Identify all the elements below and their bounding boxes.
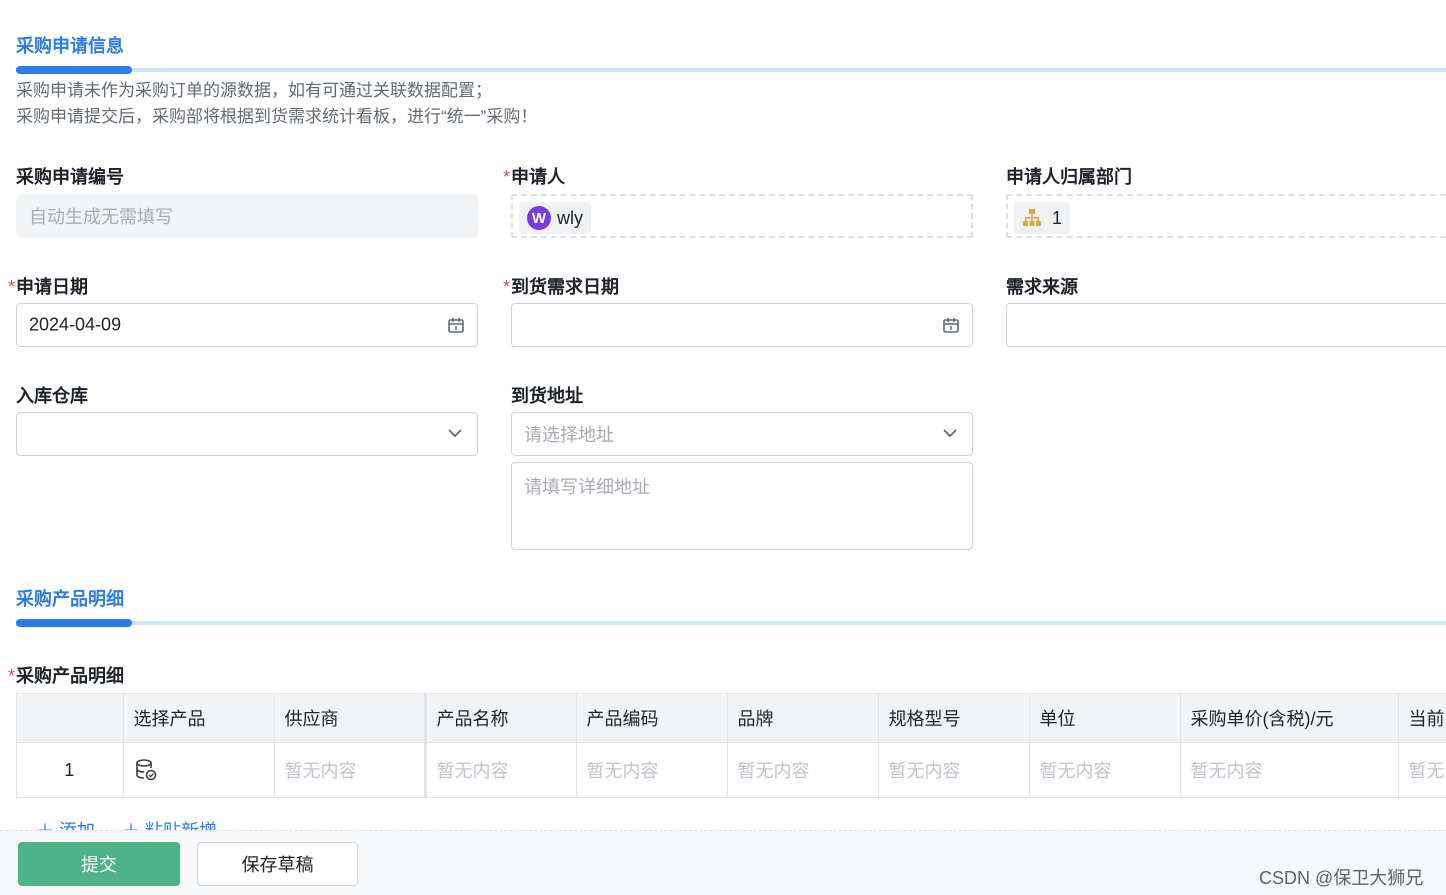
- note-line-1: 采购申请未作为采购订单的源数据，如有可通过关联数据配置；: [16, 81, 492, 100]
- warehouse-select[interactable]: [16, 412, 478, 456]
- product-detail-table: 选择产品 供应商 产品名称 产品编码 品牌 规格型号 单位 采购单价(含税)/元…: [16, 693, 1446, 799]
- department-chip[interactable]: 1: [1014, 202, 1071, 234]
- org-chart-icon: [1023, 209, 1041, 226]
- database-icon[interactable]: [134, 758, 158, 782]
- apply-date-value: 2024-04-09: [29, 314, 122, 335]
- spec-cell: 暂无内容: [878, 742, 1030, 798]
- table-row: 1 暂无内容 暂无内容 暂无内容 暂无内容 暂无内容 暂无内容 暂无内容 暂无: [17, 742, 1446, 798]
- label-request-no: 采购申请编号: [16, 167, 124, 187]
- note-line-2: 采购申请提交后，采购部将根据到货需求统计看板，进行“统一”采购！: [16, 107, 538, 126]
- apply-date-picker[interactable]: 2024-04-09: [16, 303, 478, 347]
- add-row-button[interactable]: ＋ 添加: [36, 817, 95, 831]
- address-detail-textarea[interactable]: 请填写详细地址: [511, 462, 973, 550]
- col-product-name: 产品名称: [425, 694, 577, 743]
- unit-price-cell: 暂无内容: [1180, 742, 1399, 798]
- department-value: 1: [1052, 207, 1063, 228]
- applicant-chip[interactable]: W wly: [519, 202, 591, 234]
- table-header-row: 选择产品 供应商 产品名称 产品编码 品牌 规格型号 单位 采购单价(含税)/元…: [17, 694, 1446, 743]
- col-unit-price: 采购单价(含税)/元: [1180, 694, 1399, 743]
- col-supplier: 供应商: [274, 694, 427, 743]
- address-select-placeholder: 请选择地址: [524, 425, 614, 445]
- label-applicant: *申请人: [503, 167, 566, 187]
- label-arrival-date: *到货需求日期: [503, 277, 620, 297]
- label-department: 申请人归属部门: [1006, 167, 1132, 187]
- applicant-field[interactable]: W wly: [511, 194, 973, 238]
- label-address: 到货地址: [511, 386, 583, 406]
- col-unit: 单位: [1029, 694, 1181, 743]
- unit-cell: 暂无内容: [1029, 742, 1181, 798]
- brand-cell: 暂无内容: [727, 742, 879, 798]
- avatar: W: [527, 206, 551, 230]
- paste-add-button[interactable]: ＋ 粘贴新增: [122, 817, 217, 831]
- col-product-code: 产品编码: [576, 694, 728, 743]
- col-brand: 品牌: [727, 694, 879, 743]
- calendar-icon[interactable]: [447, 316, 465, 334]
- department-field[interactable]: 1: [1006, 194, 1446, 238]
- col-current: 当前: [1398, 694, 1446, 743]
- table-actions: ＋ 添加 ＋ 粘贴新增: [36, 815, 217, 831]
- label-demand-source: 需求来源: [1006, 277, 1078, 297]
- chevron-down-icon[interactable]: [447, 428, 463, 438]
- save-draft-button[interactable]: 保存草稿: [197, 842, 358, 886]
- label-warehouse: 入库仓库: [16, 386, 88, 406]
- row-index: 1: [17, 742, 124, 798]
- submit-button[interactable]: 提交: [18, 842, 180, 886]
- address-select[interactable]: 请选择地址: [511, 412, 973, 456]
- section-divider: [16, 66, 1446, 74]
- arrival-date-picker[interactable]: [511, 303, 973, 347]
- calendar-icon[interactable]: [942, 316, 960, 334]
- demand-source-select[interactable]: [1006, 303, 1446, 347]
- section-title-product-detail: 采购产品明细: [16, 589, 124, 609]
- label-apply-date: *申请日期: [8, 277, 89, 297]
- col-index: [17, 694, 124, 743]
- request-no-placeholder: 自动生成无需填写: [29, 207, 173, 227]
- section-divider: [16, 619, 1446, 627]
- section-title-request-info: 采购申请信息: [16, 36, 124, 56]
- address-detail-placeholder: 请填写详细地址: [524, 477, 650, 497]
- col-spec: 规格型号: [878, 694, 1030, 743]
- supplier-cell: 暂无内容: [274, 742, 427, 798]
- request-no-input: 自动生成无需填写: [16, 194, 478, 238]
- label-product-detail: *采购产品明细: [8, 666, 125, 686]
- col-select-product: 选择产品: [123, 694, 275, 743]
- applicant-name: wly: [557, 207, 583, 228]
- watermark: CSDN @保卫大狮兄: [1259, 868, 1424, 888]
- current-cell: 暂无: [1398, 742, 1446, 798]
- product-name-cell: 暂无内容: [425, 742, 577, 798]
- chevron-down-icon[interactable]: [942, 428, 958, 438]
- product-code-cell: 暂无内容: [576, 742, 728, 798]
- select-product-cell[interactable]: [123, 742, 275, 798]
